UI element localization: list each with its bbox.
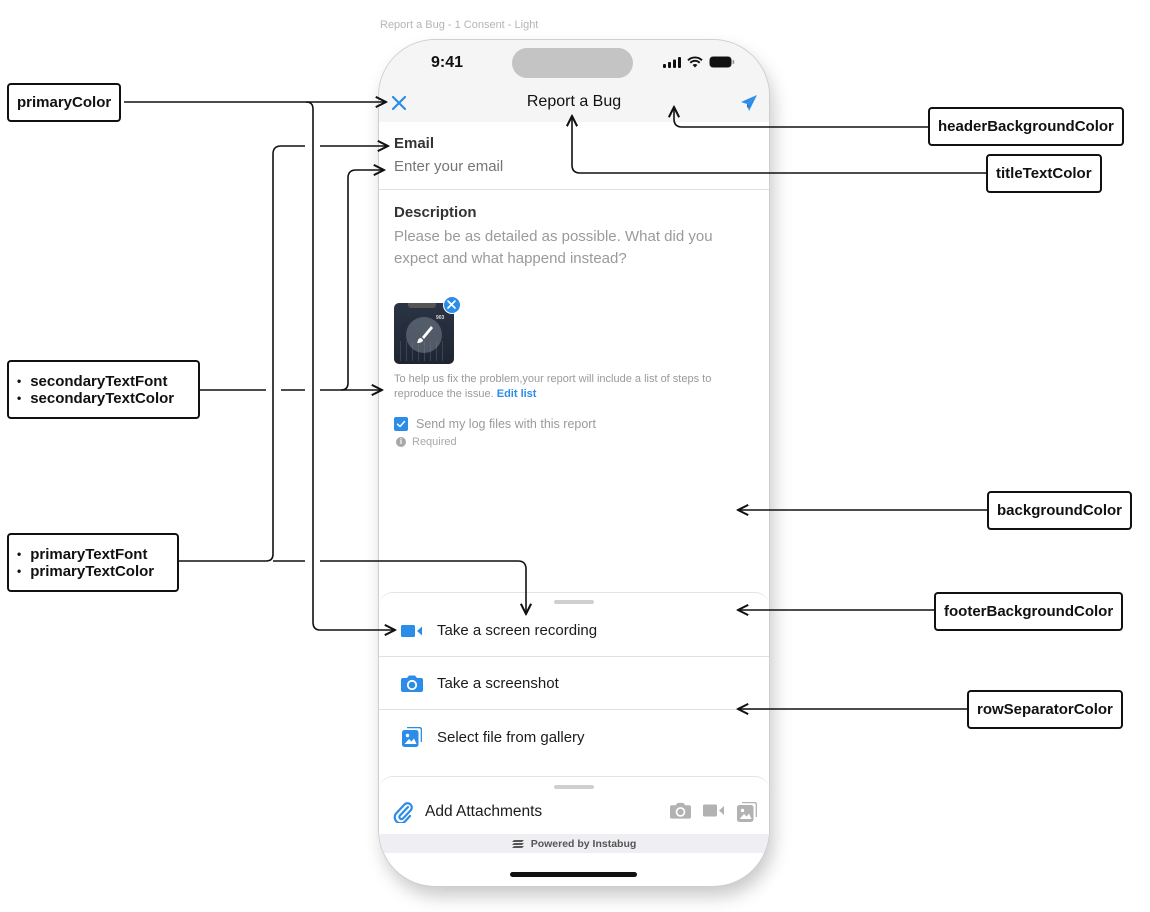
option-screenshot[interactable]: Take a screenshot — [379, 658, 769, 710]
callout-footer-background: footerBackgroundColor — [934, 592, 1124, 631]
camera-icon[interactable] — [670, 802, 691, 819]
callout-primary-text: primaryTextFont primaryTextColor — [7, 533, 179, 592]
edit-list-link[interactable]: Edit list — [497, 388, 537, 400]
attach-grab-handle[interactable] — [554, 785, 594, 789]
battery-icon — [709, 56, 735, 68]
callout-primary-color: primaryColor — [7, 83, 122, 122]
log-files-checkbox[interactable] — [394, 417, 408, 431]
callout-label: headerBackgroundColor — [938, 118, 1114, 135]
callout-item: secondaryTextFont — [17, 373, 174, 390]
gallery-icon — [401, 727, 423, 747]
home-indicator[interactable] — [510, 872, 637, 877]
required-hint: i Required — [396, 436, 457, 448]
attachment-options-sheet: Take a screen recording Take a screensho… — [379, 592, 769, 778]
header-title: Report a Bug — [526, 93, 622, 110]
callout-row-separator: rowSeparatorColor — [967, 690, 1123, 729]
info-icon: i — [396, 437, 406, 447]
remove-attachment-button[interactable] — [443, 296, 461, 314]
callout-item: secondaryTextColor — [17, 390, 174, 407]
attachment-thumbnail[interactable]: 903 — [394, 303, 454, 364]
callout-label: titleTextColor — [996, 165, 1092, 182]
steps-note-text: To help us fix the problem,your report w… — [394, 373, 712, 400]
callout-background-color: backgroundColor — [987, 491, 1133, 530]
callout-label: primaryColor — [17, 94, 112, 111]
option-label: Take a screenshot — [437, 675, 559, 692]
callout-label: backgroundColor — [997, 502, 1123, 519]
email-field[interactable] — [394, 158, 744, 175]
email-label: Email — [394, 135, 435, 152]
callout-item: primaryTextFont — [17, 546, 154, 563]
header: Report a Bug — [379, 84, 769, 122]
connector-primary-text-email — [178, 146, 388, 562]
option-screen-recording[interactable]: Take a screen recording — [379, 605, 769, 657]
instabug-logo-icon — [511, 840, 524, 848]
phone-screen: 9:41 Report a Bug Email Description Plea… — [379, 40, 769, 886]
email-section: Email — [379, 122, 769, 190]
frame-caption: Report a Bug - 1 Consent - Light — [380, 19, 539, 31]
description-label: Description — [394, 204, 477, 221]
checkmark-icon — [396, 420, 406, 428]
gallery-icon[interactable] — [737, 802, 757, 822]
option-label: Select file from gallery — [437, 728, 585, 746]
dynamic-island — [512, 48, 633, 78]
paperclip-icon — [393, 802, 413, 823]
status-icons — [663, 56, 735, 68]
connector-secondary-email — [340, 170, 384, 391]
sheet-grab-handle[interactable] — [554, 600, 594, 604]
option-gallery[interactable]: Select file from gallery — [379, 711, 769, 763]
callout-title-text-color: titleTextColor — [986, 154, 1102, 193]
callout-label: footerBackgroundColor — [944, 603, 1114, 620]
powered-by-text: Powered by Instabug — [530, 837, 637, 850]
add-attachments-bar: Add Attachments — [379, 776, 769, 836]
add-attachments-label[interactable]: Add Attachments — [425, 803, 542, 821]
send-icon[interactable] — [739, 93, 759, 113]
brush-icon — [417, 326, 433, 343]
callout-header-background: headerBackgroundColor — [928, 107, 1124, 146]
callout-item: primaryTextColor — [17, 563, 154, 580]
camera-icon — [401, 674, 423, 694]
close-icon — [447, 300, 456, 309]
option-label: Take a screen recording — [437, 622, 598, 639]
callout-secondary-text: secondaryTextFont secondaryTextColor — [7, 360, 200, 419]
signal-icon — [663, 56, 681, 68]
wifi-icon — [687, 56, 703, 68]
video-icon — [401, 621, 423, 641]
required-label: Required — [412, 436, 457, 448]
log-files-label: Send my log files with this report — [416, 417, 596, 431]
steps-note: To help us fix the problem,your report w… — [394, 372, 744, 402]
callout-label: rowSeparatorColor — [977, 701, 1113, 718]
status-bar: 9:41 — [379, 40, 769, 90]
video-icon[interactable] — [703, 802, 725, 819]
quick-attach-icons — [670, 802, 757, 822]
description-field[interactable]: Please be as detailed as possible. What … — [394, 226, 759, 270]
status-time: 9:41 — [431, 54, 464, 71]
powered-by-footer: Powered by Instabug — [379, 834, 769, 853]
